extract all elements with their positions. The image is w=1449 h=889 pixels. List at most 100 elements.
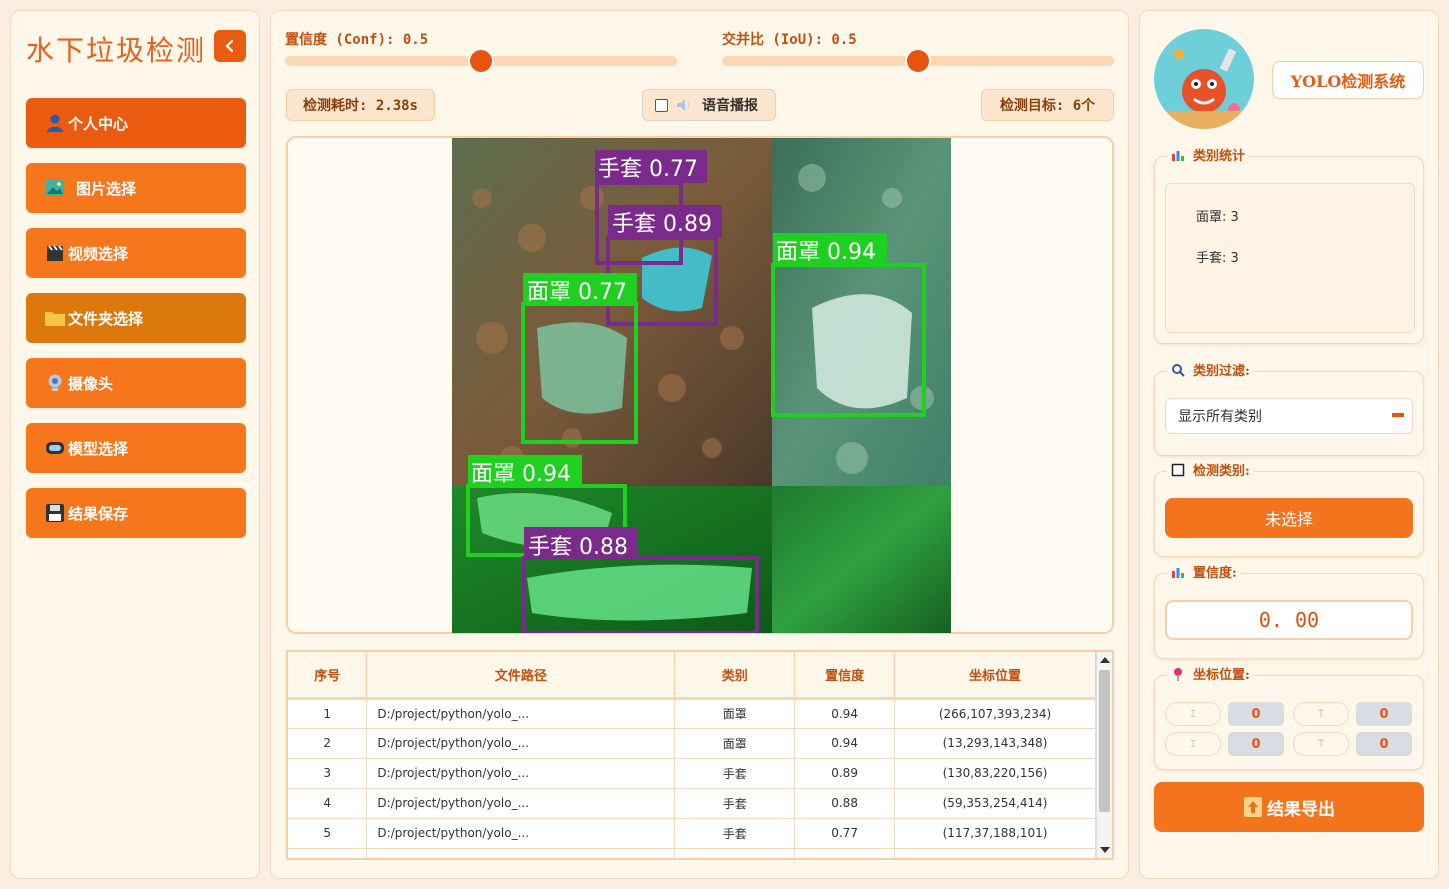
voice-broadcast-toggle[interactable]: 语音播报 [642, 89, 776, 121]
table-row [288, 848, 1096, 858]
camera-icon [44, 372, 66, 394]
voice-checkbox[interactable] [655, 98, 668, 112]
scroll-down-icon[interactable] [1100, 847, 1110, 853]
det-label: 手套 0.88 [528, 535, 628, 560]
detect-targets-label: 检测目标: 6个 [981, 89, 1114, 121]
iou-slider-thumb[interactable] [905, 48, 931, 74]
cell-cls: 面罩 [674, 698, 796, 729]
confidence-label: 置信度: [1167, 562, 1241, 581]
col-header-conf[interactable]: 置信度 [794, 652, 896, 700]
sidebar-item-camera[interactable]: 摄像头 [26, 358, 246, 408]
app-window: 水下垃圾检测 个人中心 图片选择 视频选择 文件夹选择 摄像头 模型选择 结果保… [0, 0, 1449, 889]
col-header-class[interactable]: 类别 [674, 652, 796, 700]
cell-empty [674, 848, 796, 858]
search-icon [1172, 363, 1185, 377]
iou-slider-label: 交并比 (IoU): 0.5 [722, 32, 857, 48]
cell-idx: 2 [288, 728, 368, 759]
cell-box: (117,37,188,101) [894, 818, 1096, 849]
detect-class-button[interactable]: 未选择 [1165, 498, 1413, 538]
table-scrollbar[interactable] [1096, 652, 1112, 858]
det-label: 面罩 0.77 [527, 280, 627, 305]
sidebar-item-folder-select[interactable]: 文件夹选择 [26, 293, 246, 343]
folder-icon [44, 307, 66, 329]
cell-conf: 0.94 [794, 698, 896, 729]
table-row[interactable]: 2 D:/project/python/yolo_... 面罩 0.94 (13,293… [288, 728, 1096, 759]
xmin-value: 0 [1228, 702, 1284, 726]
class-filter-box: 显示所有类别 [1154, 371, 1424, 456]
col-header-index[interactable]: 序号 [288, 652, 368, 700]
checkbox-icon [1171, 463, 1185, 476]
cell-path: D:/project/python/yolo_... [366, 698, 676, 729]
speaker-icon [677, 99, 690, 111]
table-row[interactable]: 3 D:/project/python/yolo_... 手套 0.89 (130,83… [288, 758, 1096, 789]
cell-idx: 4 [288, 788, 368, 819]
det-label: 面罩 0.94 [776, 240, 876, 265]
cell-cls: 手套 [674, 758, 796, 789]
table-row[interactable]: 1 D:/project/python/yolo_... 面罩 0.94 (266,10… [288, 698, 1096, 729]
cell-conf: 0.94 [794, 728, 896, 759]
cell-empty [366, 848, 676, 858]
xmax-label: ⌶ [1165, 732, 1221, 756]
cell-path: D:/project/python/yolo_... [366, 818, 676, 849]
bar-chart-icon [1172, 567, 1184, 578]
cell-box: (13,293,143,348) [894, 728, 1096, 759]
system-title: YOLO检测系统 [1272, 61, 1424, 99]
detect-time-label: 检测耗时: 2.38s [286, 89, 435, 121]
det-label: 面罩 0.94 [471, 462, 571, 487]
detection-result-image: 手套 0.77 手套 0.89 面罩 0.94 面罩 0.77 面罩 0.94 … [452, 138, 951, 633]
collapse-sidebar-button[interactable] [214, 30, 246, 62]
table-row[interactable]: 4 D:/project/python/yolo_... 手套 0.88 (59,353… [288, 788, 1096, 819]
class-stats-box: 面罩: 3 手套: 3 [1154, 156, 1424, 344]
det-label: 手套 0.89 [612, 212, 712, 237]
xmax-value: 0 [1228, 732, 1284, 756]
model-icon [44, 437, 66, 459]
conf-slider-thumb[interactable] [468, 48, 494, 74]
class-filter-label: 类别过滤: [1167, 360, 1254, 379]
cell-cls: 手套 [674, 818, 796, 849]
sidebar-item-model-select[interactable]: 模型选择 [26, 423, 246, 473]
col-header-path[interactable]: 文件路径 [366, 652, 676, 700]
class-stats-label: 类别统计 [1167, 145, 1250, 164]
dropdown-icon [1392, 413, 1404, 417]
coordinates-label: 坐标位置: [1167, 664, 1254, 683]
cell-cls: 手套 [674, 788, 796, 819]
table-row[interactable]: 5 D:/project/python/yolo_... 手套 0.77 (117,37… [288, 818, 1096, 849]
det-label: 手套 0.77 [598, 157, 698, 182]
sidebar-item-save-results[interactable]: 结果保存 [26, 488, 246, 538]
voice-label: 语音播报 [702, 98, 758, 114]
chevron-left-icon [225, 39, 234, 53]
ymin-value: 0 [1356, 702, 1412, 726]
export-results-button[interactable]: 结果导出 [1154, 782, 1424, 832]
sidebar-item-label: 结果保存 [68, 504, 129, 523]
sidebar-item-profile[interactable]: 个人中心 [26, 98, 246, 148]
conf-slider-label: 置信度 (Conf): 0.5 [285, 32, 429, 48]
sidebar-item-label: 摄像头 [68, 374, 114, 393]
ymin-label: ⍑ [1293, 702, 1349, 726]
right-panel: YOLO检测系统 面罩: 3 手套: 3 类别统计 显示所有类别 类别过滤: 未… [1139, 10, 1439, 879]
cell-path: D:/project/python/yolo_... [366, 758, 676, 789]
sidebar-item-image-select[interactable]: 图片选择 [26, 163, 246, 213]
cell-box: (130,83,220,156) [894, 758, 1096, 789]
person-icon [44, 112, 66, 134]
detect-class-box: 未选择 [1154, 471, 1424, 557]
confidence-value: 0. 00 [1165, 600, 1413, 640]
sidebar-item-label: 视频选择 [68, 244, 129, 263]
bar-chart-icon [1172, 150, 1184, 161]
sidebar-item-video-select[interactable]: 视频选择 [26, 228, 246, 278]
floppy-icon [44, 502, 66, 524]
class-filter-select[interactable]: 显示所有类别 [1165, 398, 1413, 434]
sidebar-item-label: 个人中心 [68, 114, 129, 133]
scroll-up-icon[interactable] [1100, 657, 1110, 663]
scroll-thumb[interactable] [1099, 670, 1110, 812]
col-header-box[interactable]: 坐标位置 [894, 652, 1096, 700]
ymax-label: ⍑ [1293, 732, 1349, 756]
cell-empty [288, 848, 368, 858]
cell-empty [894, 848, 1096, 858]
sidebar-item-label: 图片选择 [76, 179, 137, 198]
cell-idx: 3 [288, 758, 368, 789]
sidebar: 水下垃圾检测 个人中心 图片选择 视频选择 文件夹选择 摄像头 模型选择 结果保… [10, 10, 260, 879]
cell-idx: 5 [288, 818, 368, 849]
stat-item: 手套: 3 [1196, 251, 1239, 266]
cell-empty [794, 848, 896, 858]
cell-conf: 0.89 [794, 758, 896, 789]
